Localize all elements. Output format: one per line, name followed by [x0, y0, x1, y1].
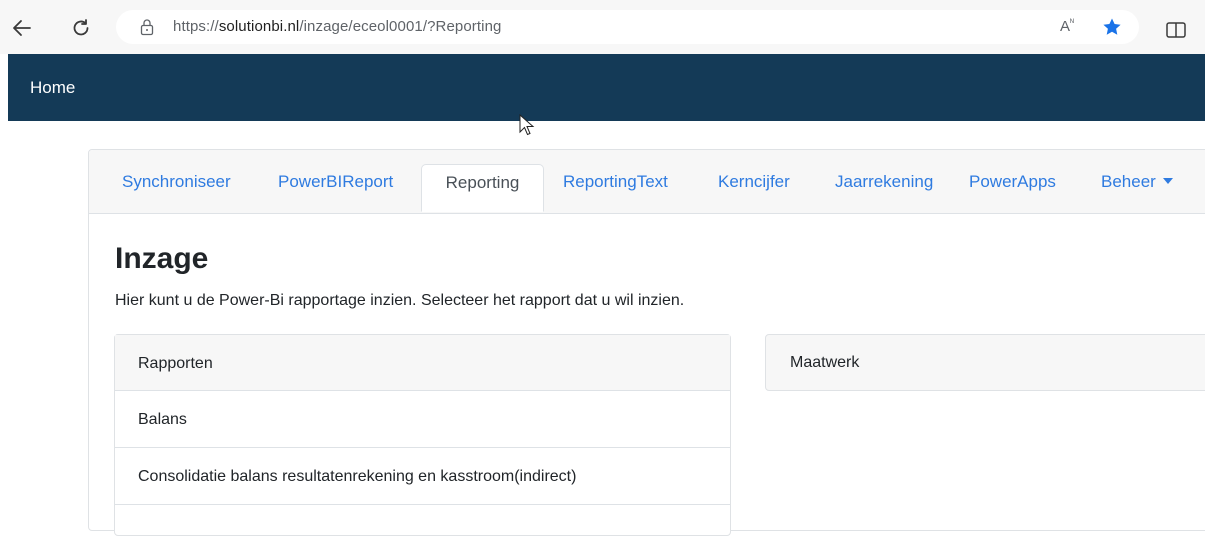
- tab-kerncijfer[interactable]: Kerncijfer: [718, 172, 790, 192]
- url-text[interactable]: https://solutionbi.nl/inzage/eceol0001/?…: [173, 18, 501, 35]
- split-screen-icon[interactable]: [1166, 22, 1186, 38]
- tab-bar: Synchroniseer PowerBIReport Reporting Re…: [89, 150, 1205, 214]
- main-card: Synchroniseer PowerBIReport Reporting Re…: [88, 149, 1205, 536]
- mouse-cursor-icon: [519, 114, 535, 136]
- tab-powerapps[interactable]: PowerApps: [969, 172, 1056, 192]
- page-title: Inzage: [115, 242, 209, 275]
- home-link[interactable]: Home: [30, 78, 75, 98]
- lock-icon[interactable]: [138, 18, 156, 36]
- rapporten-header: Rapporten: [115, 335, 730, 391]
- page-description: Hier kunt u de Power-Bi rapportage inzie…: [115, 292, 685, 309]
- top-navbar: Home: [8, 54, 1205, 121]
- tab-reporting[interactable]: Reporting: [421, 164, 544, 212]
- report-item-balans[interactable]: Balans: [115, 391, 730, 448]
- tab-jaarrekening[interactable]: Jaarrekening: [835, 172, 933, 192]
- rapporten-card: Rapporten Balans Consolidatie balans res…: [114, 334, 731, 536]
- tab-beheer-dropdown[interactable]: Beheer: [1101, 172, 1173, 192]
- tab-powerbireport[interactable]: PowerBIReport: [278, 172, 393, 192]
- browser-toolbar: https://solutionbi.nl/inzage/eceol0001/?…: [0, 0, 1205, 54]
- tab-reportingtext[interactable]: ReportingText: [563, 172, 668, 192]
- tab-beheer-label: Beheer: [1101, 172, 1156, 191]
- refresh-icon[interactable]: [67, 14, 95, 42]
- report-item-consolidatie[interactable]: Consolidatie balans resultatenrekening e…: [115, 448, 730, 505]
- back-arrow-icon[interactable]: [8, 14, 36, 42]
- favorite-star-icon[interactable]: [1102, 17, 1122, 37]
- read-aloud-icon[interactable]: Aᴺ: [1060, 17, 1074, 35]
- caret-down-icon: [1162, 178, 1173, 184]
- address-bar[interactable]: https://solutionbi.nl/inzage/eceol0001/?…: [116, 10, 1139, 44]
- maatwerk-card: Maatwerk: [765, 334, 1205, 391]
- tab-synchroniseer[interactable]: Synchroniseer: [122, 172, 231, 192]
